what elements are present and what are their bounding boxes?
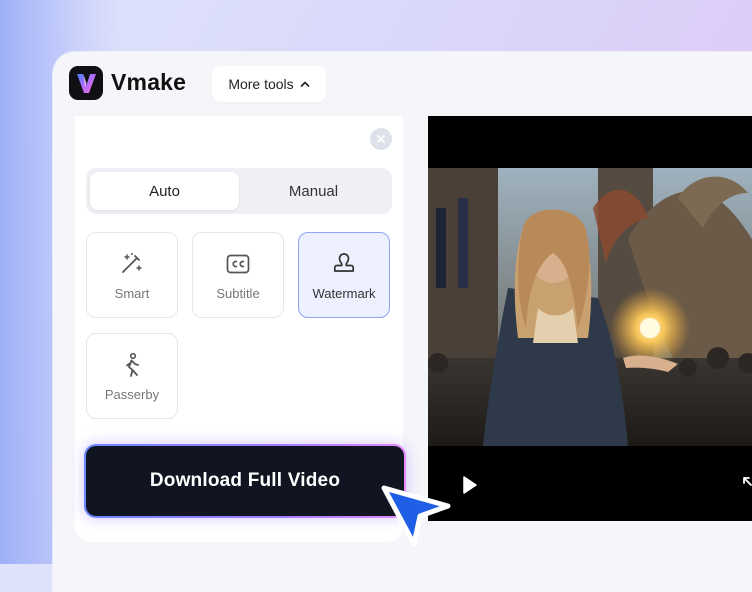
header: Vmake More tools [53, 52, 752, 116]
tab-manual[interactable]: Manual [239, 172, 388, 210]
video-thumbnail-image [428, 168, 752, 446]
tool-watermark-label: Watermark [312, 285, 376, 301]
cc-icon [226, 254, 250, 273]
app-name: Vmake [111, 69, 187, 95]
download-full-video-button[interactable]: Download Full Video [86, 446, 404, 516]
tool-subtitle[interactable]: Subtitle [192, 232, 284, 318]
tool-passerby[interactable]: Passerby [86, 333, 178, 419]
video-frame [428, 168, 752, 446]
tool-subtitle-label: Subtitle [216, 285, 260, 301]
stamp-icon [333, 252, 355, 272]
tab-auto[interactable]: Auto [90, 172, 239, 210]
video-player[interactable] [428, 116, 752, 521]
magic-wand-icon [122, 252, 142, 273]
more-tools-label: More tools [228, 76, 294, 92]
vmake-logo-icon[interactable] [69, 66, 103, 100]
play-icon[interactable] [458, 474, 480, 496]
tool-smart[interactable]: Smart [86, 232, 178, 318]
expand-icon[interactable] [740, 474, 752, 496]
tool-panel: Auto Manual Smart Subtitle Watermark Pas… [75, 116, 406, 542]
walking-person-icon [126, 352, 139, 377]
close-icon [377, 135, 385, 143]
tool-smart-label: Smart [114, 285, 150, 301]
close-button[interactable] [370, 128, 392, 150]
pointer-cursor-icon [381, 485, 451, 547]
tab-auto-label: Auto [149, 182, 180, 200]
more-tools-button[interactable]: More tools [212, 66, 326, 102]
download-button-label: Download Full Video [149, 470, 341, 491]
chevron-up-icon [300, 81, 309, 87]
tool-passerby-label: Passerby [104, 386, 160, 402]
tool-watermark[interactable]: Watermark [298, 232, 390, 318]
mode-segmented-control: Auto Manual [86, 168, 392, 214]
tab-manual-label: Manual [288, 182, 339, 200]
